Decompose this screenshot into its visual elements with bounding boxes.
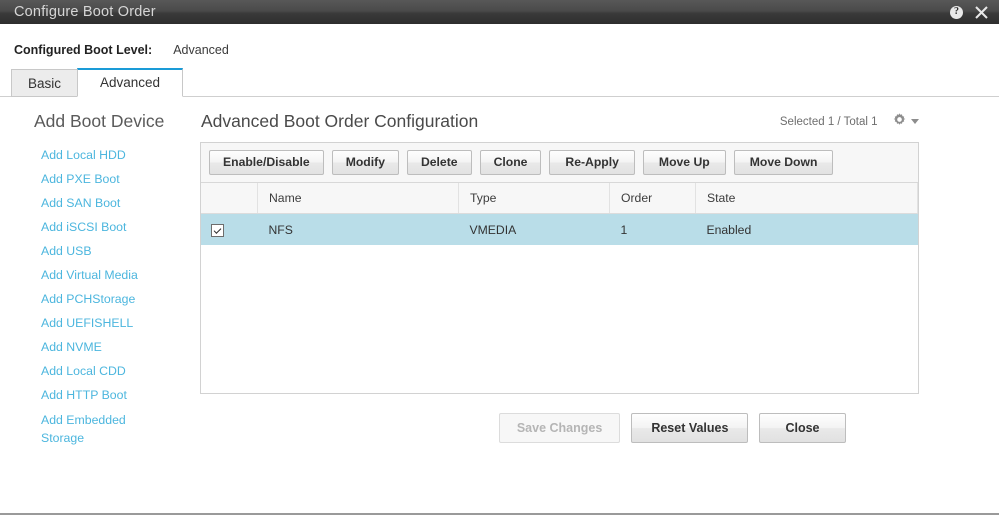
sidebar-item-add-local-cdd[interactable]: Add Local CDD	[41, 359, 190, 383]
sidebar-item-add-nvme[interactable]: Add NVME	[41, 335, 190, 359]
tab-bar: Basic Advanced	[0, 68, 999, 97]
sidebar-item-add-embedded-storage[interactable]: Add Embedded Storage	[41, 407, 136, 447]
add-boot-device-sidebar: Add Boot Device Add Local HDD Add PXE Bo…	[0, 111, 190, 447]
close-button[interactable]: Close	[759, 413, 846, 443]
sidebar-title: Add Boot Device	[34, 111, 165, 131]
tab-advanced[interactable]: Advanced	[77, 68, 184, 97]
table-toolbar: Enable/Disable Modify Delete Clone Re-Ap…	[201, 143, 918, 184]
titlebar-actions: ?	[950, 5, 989, 20]
column-header-state[interactable]: State	[695, 183, 918, 215]
column-header-name[interactable]: Name	[257, 183, 459, 215]
sidebar-item-add-local-hdd[interactable]: Add Local HDD	[41, 143, 190, 167]
row-select-cell[interactable]	[201, 214, 258, 246]
panel-header: Advanced Boot Order Configuration Select…	[200, 111, 919, 132]
gear-icon	[892, 112, 907, 132]
configured-boot-level: Configured Boot Level: Advanced	[0, 24, 999, 57]
tab-basic[interactable]: Basic	[11, 69, 79, 97]
sidebar-item-add-pchstorage[interactable]: Add PCHStorage	[41, 287, 190, 311]
move-down-button[interactable]: Move Down	[733, 150, 834, 176]
close-icon[interactable]	[974, 5, 989, 20]
move-up-button[interactable]: Move Up	[642, 150, 726, 176]
table-header-row: Name Type Order State	[201, 183, 918, 215]
dialog-titlebar: Configure Boot Order ?	[0, 0, 999, 24]
dialog-content: Configured Boot Level: Advanced Basic Ad…	[0, 24, 999, 513]
save-changes-button[interactable]: Save Changes	[498, 413, 621, 443]
tab-filler	[183, 68, 999, 97]
configured-boot-level-label: Configured Boot Level:	[14, 43, 153, 57]
column-header-order[interactable]: Order	[609, 183, 696, 215]
table-settings-menu[interactable]	[892, 112, 919, 132]
row-cell-state: Enabled	[706, 222, 752, 237]
column-header-type[interactable]: Type	[458, 183, 610, 215]
table-empty-area	[201, 245, 918, 393]
dialog-footer: Save Changes Reset Values Close	[200, 394, 919, 443]
sidebar-item-add-san-boot[interactable]: Add SAN Boot	[41, 191, 190, 215]
help-icon[interactable]: ?	[950, 5, 963, 19]
table-header: Name Type Order State	[201, 183, 918, 215]
chevron-down-icon	[910, 119, 919, 124]
main-area: Add Boot Device Add Local HDD Add PXE Bo…	[0, 97, 999, 447]
dialog-title: Configure Boot Order	[14, 4, 156, 20]
row-cell-name: NFS	[268, 222, 293, 237]
configured-boot-level-value: Advanced	[173, 43, 229, 57]
configure-boot-order-dialog: Configure Boot Order ? Configured Boot L…	[0, 0, 999, 515]
sidebar-item-add-http-boot[interactable]: Add HTTP Boot	[41, 383, 190, 407]
row-cell-order: 1	[620, 222, 628, 237]
column-header-select[interactable]	[201, 183, 258, 215]
delete-button[interactable]: Delete	[406, 150, 472, 176]
selection-count: Selected 1 / Total 1	[779, 115, 878, 128]
clone-button[interactable]: Clone	[479, 150, 542, 176]
row-cell-type: VMEDIA	[469, 222, 517, 237]
modify-button[interactable]: Modify	[331, 150, 399, 176]
table-row[interactable]: NFS VMEDIA 1 Enabled	[201, 213, 918, 246]
boot-order-table-container: Enable/Disable Modify Delete Clone Re-Ap…	[200, 142, 919, 394]
sidebar-link-list: Add Local HDD Add PXE Boot Add SAN Boot …	[34, 143, 190, 447]
sidebar-item-add-usb[interactable]: Add USB	[41, 239, 190, 263]
help-glyph: ?	[950, 5, 963, 19]
table-body: NFS VMEDIA 1 Enabled	[201, 213, 918, 246]
enable-disable-button[interactable]: Enable/Disable	[209, 150, 324, 176]
sidebar-item-add-virtual-media[interactable]: Add Virtual Media	[41, 263, 190, 287]
panel-title: Advanced Boot Order Configuration	[201, 111, 479, 131]
sidebar-item-add-uefishell[interactable]: Add UEFISHELL	[41, 311, 190, 335]
boot-order-panel: Advanced Boot Order Configuration Select…	[190, 111, 999, 447]
sidebar-item-add-pxe-boot[interactable]: Add PXE Boot	[41, 167, 190, 191]
sidebar-item-add-iscsi-boot[interactable]: Add iSCSI Boot	[41, 215, 190, 239]
re-apply-button[interactable]: Re-Apply	[549, 150, 635, 176]
boot-order-table: Name Type Order State NFS VMEDIA 1 Enabl…	[201, 183, 918, 246]
row-checkbox[interactable]	[211, 224, 224, 238]
reset-values-button[interactable]: Reset Values	[631, 413, 749, 443]
